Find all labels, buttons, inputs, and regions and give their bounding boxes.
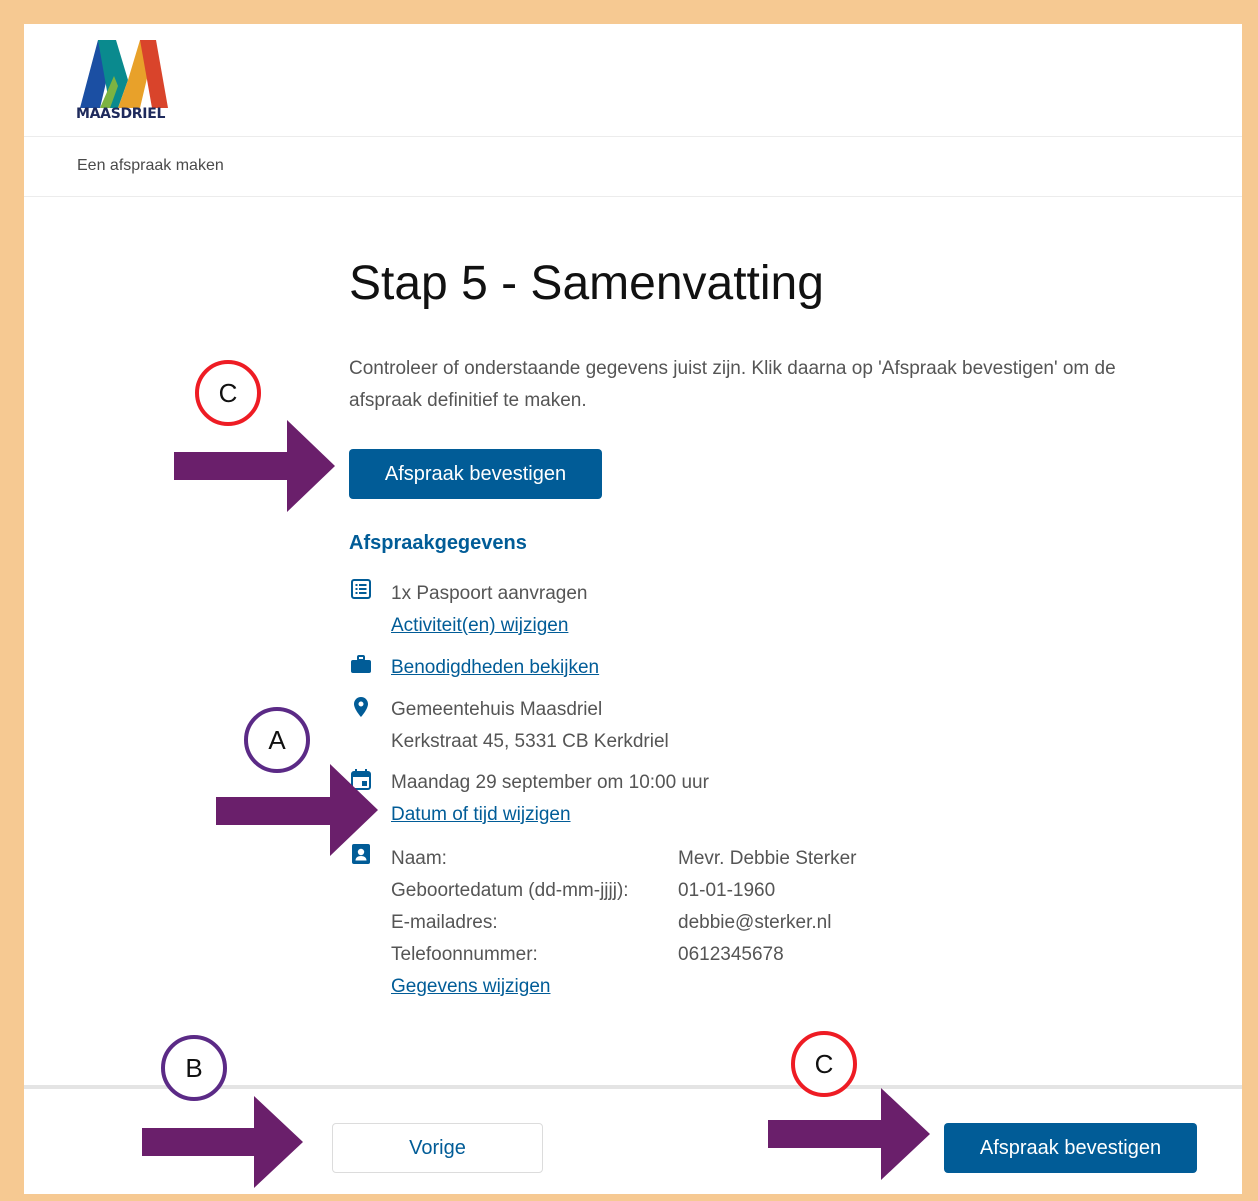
intro-text: Controleer of onderstaande gegevens juis…: [349, 358, 1116, 411]
list-icon: [351, 579, 371, 599]
name-value: Mevr. Debbie Sterker: [678, 848, 857, 869]
appointment-details-heading: Afspraakgegevens: [349, 532, 527, 554]
marker-a: A: [244, 707, 310, 773]
logo-mark-icon: [80, 40, 168, 108]
logo-text: MAASDRIEL: [76, 106, 166, 122]
change-datetime-link[interactable]: Datum of tijd wijzigen: [391, 804, 571, 826]
breadcrumb: Een afspraak maken: [77, 157, 224, 174]
email-label: E-mailadres:: [391, 912, 498, 933]
view-requirements-link[interactable]: Benodigdheden bekijken: [391, 657, 599, 679]
breadcrumb-bar: Een afspraak maken: [24, 137, 1242, 197]
site-header: MAASDRIEL: [24, 24, 1242, 137]
confirm-appointment-button-top[interactable]: Afspraak bevestigen: [349, 449, 602, 499]
birthdate-value: 01-01-1960: [678, 880, 776, 901]
location-address: Kerkstraat 45, 5331 CB Kerkdriel: [391, 731, 669, 752]
marker-c-bottom: C: [791, 1031, 857, 1097]
form-footer: Vorige Afspraak bevestigen: [24, 1085, 1242, 1194]
birthdate-label: Geboortedatum (dd-mm-jjjj):: [391, 880, 629, 901]
appointment-page: MAASDRIEL Een afspraak maken Stap 5 - Sa…: [24, 24, 1242, 1194]
email-value: debbie@sterker.nl: [678, 912, 832, 933]
location-pin-icon: [354, 697, 368, 717]
confirm-appointment-button-bottom[interactable]: Afspraak bevestigen: [944, 1123, 1197, 1173]
change-activities-link[interactable]: Activiteit(en) wijzigen: [391, 615, 568, 637]
name-label: Naam:: [391, 848, 447, 869]
page-title: Stap 5 - Samenvatting: [349, 257, 824, 310]
previous-button[interactable]: Vorige: [332, 1123, 543, 1173]
activity-text: 1x Paspoort aanvragen: [391, 583, 588, 604]
phone-value: 0612345678: [678, 944, 784, 965]
location-name: Gemeentehuis Maasdriel: [391, 699, 603, 720]
phone-label: Telefoonnummer:: [391, 944, 538, 965]
appointment-datetime: Maandag 29 september om 10:00 uur: [391, 772, 709, 793]
change-personal-details-link[interactable]: Gegevens wijzigen: [391, 976, 550, 998]
calendar-icon: [351, 769, 371, 790]
briefcase-icon: [351, 655, 371, 673]
contact-card-icon: [352, 844, 370, 864]
marker-c-top: C: [195, 360, 261, 426]
maasdriel-logo[interactable]: MAASDRIEL: [76, 36, 171, 124]
marker-b: B: [161, 1035, 227, 1101]
